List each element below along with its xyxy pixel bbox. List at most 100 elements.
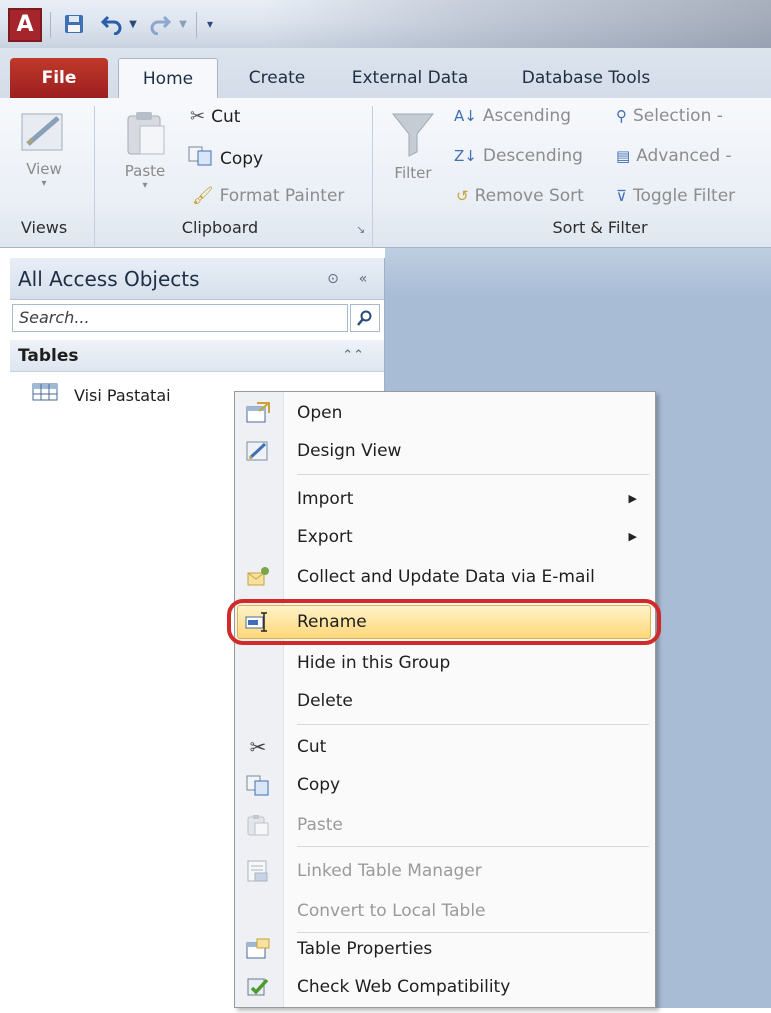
descending-label: Descending [482,146,583,166]
clipboard-dialog-launcher-icon[interactable]: ↘ [356,224,368,236]
tab-file[interactable]: File [10,58,108,98]
nav-pane-header[interactable]: All Access Objects ⊙ « [10,258,384,300]
quick-access-separator [196,12,197,38]
format-painter-button[interactable]: 🖌 Format Painter [192,186,344,206]
menu-item-convert-to-local[interactable]: Convert to Local Table [235,892,655,930]
advanced-button[interactable]: ▤ Advanced - [616,146,732,166]
format-painter-label: Format Painter [219,186,345,206]
menu-item-check-web-compatibility[interactable]: Check Web Compatibility [235,968,655,1006]
sort-descending-icon: Z↓ [454,147,477,165]
design-view-icon [245,439,271,463]
menu-item-label: Paste [297,815,343,835]
nav-item-label: Visi Pastatai [74,386,171,405]
sort-ascending-icon: A↓ [454,107,477,125]
copy-button[interactable]: Copy [188,146,263,171]
menu-item-label: Copy [297,775,341,795]
tab-database-tools[interactable]: Database Tools [506,58,666,98]
shutter-bar-close-icon[interactable]: « [352,258,374,300]
menu-item-cut[interactable]: ✂ Cut [235,728,655,766]
collapse-chevron-icon[interactable]: ⌃⌃ [342,340,364,372]
menu-item-design-view[interactable]: Design View [235,432,655,470]
copy-icon [245,773,271,797]
toggle-filter-icon: ⊽ [616,187,627,205]
advanced-filter-icon: ▤ [616,147,631,165]
web-compat-icon [245,975,271,999]
selection-button[interactable]: ⚲ Selection - [616,106,723,126]
nav-pane-title: All Access Objects [18,267,200,291]
undo-dropdown-icon[interactable]: ▼ [126,10,140,38]
table-icon [32,382,58,410]
menu-item-label: Linked Table Manager [297,861,482,881]
paste-dropdown-icon: ▾ [142,180,148,191]
menu-item-paste[interactable]: Paste [235,806,655,844]
customize-quick-access-icon[interactable]: ▾ [202,10,218,38]
search-icon[interactable] [350,304,380,332]
menu-item-label: Open [297,403,343,423]
cut-button[interactable]: ✂ Cut [190,106,240,127]
nav-group-tables[interactable]: Tables ⌃⌃ [10,340,384,372]
copy-icon [188,146,214,171]
tab-home[interactable]: Home [118,58,218,98]
menu-item-label: Export [297,527,353,547]
submenu-arrow-icon: ▶ [628,492,637,505]
menu-item-delete[interactable]: Delete [235,682,655,720]
menu-item-label: Collect and Update Data via E-mail [297,567,595,587]
view-dropdown-icon: ▾ [41,178,47,189]
menu-item-copy[interactable]: Copy [235,766,655,804]
remove-sort-button[interactable]: ↺ Remove Sort [456,186,584,206]
group-label-views: Views [20,218,68,237]
toggle-filter-button[interactable]: ⊽ Toggle Filter [616,186,735,206]
menu-item-label: Import [297,489,354,509]
menu-separator [297,474,649,475]
menu-separator [297,724,649,725]
open-icon [245,401,271,425]
view-label: View [26,160,62,178]
workspace-header [385,248,771,294]
cut-label: Cut [211,106,241,127]
menu-item-table-properties[interactable]: Table Properties [235,930,655,968]
redo-icon[interactable] [146,10,174,38]
menu-item-export[interactable]: Export ▶ [235,518,655,556]
menu-item-import[interactable]: Import ▶ [235,480,655,518]
remove-sort-icon: ↺ [456,187,469,205]
menu-item-label: Convert to Local Table [297,901,486,921]
menu-item-label: Design View [297,441,402,461]
menu-item-linked-table-manager[interactable]: Linked Table Manager [235,852,655,890]
ribbon-tab-row: File Home Create External Data Database … [0,48,771,98]
menu-item-label: Hide in this Group [297,653,451,673]
tab-create[interactable]: Create [236,58,318,98]
menu-separator [297,846,649,847]
redo-dropdown-icon[interactable]: ▼ [176,10,190,38]
advanced-label: Advanced - [636,146,732,166]
menu-item-label: Check Web Compatibility [297,977,511,997]
view-button[interactable]: View ▾ [10,108,78,189]
cut-icon: ✂ [249,735,267,759]
copy-label: Copy [220,148,264,169]
group-separator [94,106,95,246]
nav-item-visi-pastatai[interactable]: Visi Pastatai [32,382,171,410]
paste-label: Paste [124,162,166,180]
ascending-label: Ascending [482,106,571,126]
save-icon[interactable] [60,10,88,38]
access-app-icon[interactable]: A [8,8,42,42]
sort-ascending-button[interactable]: A↓ Ascending [454,106,571,126]
group-label-sort-filter: Sort & Filter [552,218,648,237]
group-separator [372,106,373,246]
nav-pane-menu-icon[interactable]: ⊙ [322,258,344,300]
remove-sort-label: Remove Sort [474,186,584,206]
nav-search-input[interactable]: Search... [12,304,348,332]
paste-button[interactable]: Paste ▾ [112,108,178,191]
menu-item-hide-in-group[interactable]: Hide in this Group [235,644,655,682]
menu-item-collect-data[interactable]: Collect and Update Data via E-mail [235,558,655,596]
title-bar-glare [260,0,771,48]
filter-label: Filter [394,164,432,182]
filter-button[interactable]: Filter [380,108,446,182]
selection-filter-icon: ⚲ [616,107,627,125]
tab-external-data[interactable]: External Data [340,58,480,98]
table-properties-icon [245,937,271,961]
sort-descending-button[interactable]: Z↓ Descending [454,146,583,166]
menu-item-open[interactable]: Open [235,394,655,432]
undo-icon[interactable] [98,10,126,38]
toggle-filter-label: Toggle Filter [632,186,736,206]
linked-table-icon [245,859,271,883]
